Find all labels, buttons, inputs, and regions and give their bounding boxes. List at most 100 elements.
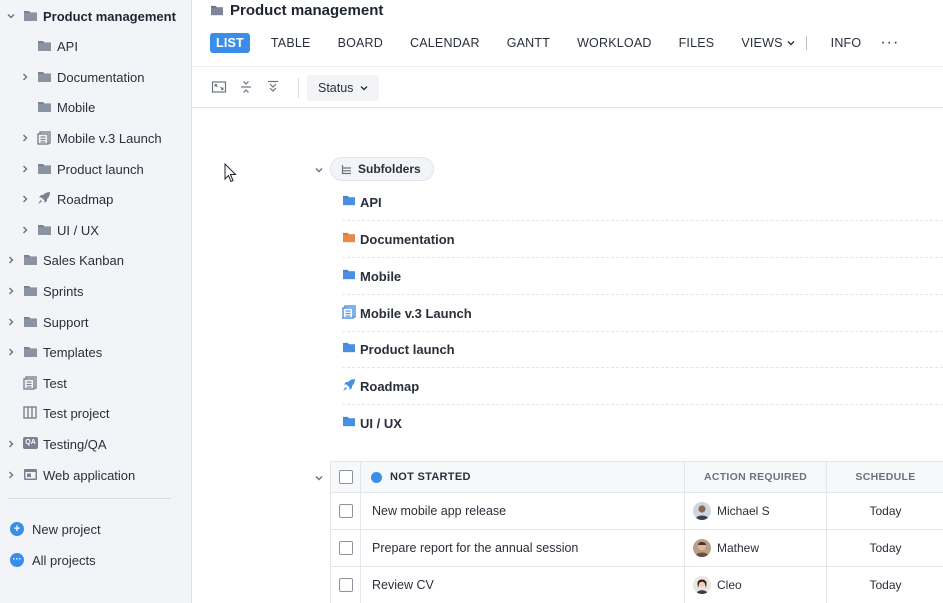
subfolder-row-documentation[interactable]: Documentation [342, 222, 943, 258]
chevron-right-icon[interactable] [6, 317, 16, 327]
more-options-button[interactable]: ··· [880, 34, 899, 52]
chevron-right-icon[interactable] [6, 439, 16, 449]
row-check-cell [331, 530, 361, 566]
subfolder-row-roadmap[interactable]: Roadmap [342, 369, 943, 405]
sidebar-item-sales-kanban[interactable]: Sales Kanban [0, 246, 192, 274]
task-name[interactable]: Review CV [361, 567, 685, 603]
folder-icon [211, 5, 223, 16]
column-header-action-required[interactable]: ACTION REQUIRED [685, 462, 827, 492]
chevron-right-icon[interactable] [20, 194, 30, 204]
subfolder-row-mobile[interactable]: Mobile [342, 259, 943, 295]
sidebar-item-product-management[interactable]: Product management [0, 2, 192, 30]
tab-calendar[interactable]: CALENDAR [404, 33, 486, 53]
task-table: NOT STARTED ACTION REQUIRED SCHEDULE New… [330, 461, 943, 603]
sidebar-item-ui-ux[interactable]: UI / UX [0, 216, 192, 244]
sidebar-item-roadmap[interactable]: Roadmap [0, 185, 192, 213]
column-header-schedule[interactable]: SCHEDULE [827, 462, 943, 492]
chevron-right-icon[interactable] [20, 225, 30, 235]
sidebar-item-test[interactable]: Test [0, 369, 192, 397]
rocket-icon [342, 378, 356, 391]
chevron-right-icon[interactable] [20, 72, 30, 82]
sidebar-item-label: UI / UX [57, 222, 99, 238]
schedule-cell[interactable]: Today [827, 567, 943, 603]
tab-views[interactable]: VIEWS [735, 33, 801, 53]
tab-table[interactable]: TABLE [265, 33, 317, 53]
folder-icon [37, 70, 53, 84]
mouse-cursor-icon [224, 162, 237, 186]
sidebar-item-label: Support [43, 314, 89, 330]
web-app-icon [23, 468, 39, 482]
schedule-cell[interactable]: Today [827, 530, 943, 566]
task-name[interactable]: New mobile app release [361, 493, 685, 529]
folder-icon [342, 415, 356, 428]
tab-views-label: VIEWS [741, 36, 783, 50]
chevron-down-icon [315, 168, 323, 173]
chevron-down-icon[interactable] [6, 11, 16, 21]
tab-list[interactable]: LIST [210, 33, 250, 53]
sidebar-item-label: Roadmap [57, 191, 114, 207]
select-all-checkbox[interactable] [338, 470, 353, 484]
status-filter-button[interactable]: Status [307, 75, 380, 101]
sidebar-item-test-project[interactable]: Test project [0, 399, 192, 427]
sidebar-item-label: Sales Kanban [43, 252, 124, 268]
schedule-cell[interactable]: Today [827, 493, 943, 529]
subfolder-row-product-launch[interactable]: Product launch [342, 332, 943, 368]
assignee-cell[interactable]: Mathew [685, 530, 827, 566]
chevron-right-icon[interactable] [20, 164, 30, 174]
assignee-cell[interactable]: Cleo [685, 567, 827, 603]
sidebar-item-label: Product launch [57, 161, 144, 177]
chevron-right-icon[interactable] [6, 347, 16, 357]
sidebar-item-mobile[interactable]: Mobile [0, 93, 192, 121]
chevron-right-icon[interactable] [6, 286, 16, 296]
sidebar-item-label: Testing/QA [43, 436, 107, 452]
sidebar-item-label: Templates [43, 344, 103, 360]
collapse-all-icon[interactable] [238, 79, 254, 95]
sidebar-item-support[interactable]: Support [0, 308, 192, 336]
task-name[interactable]: Prepare report for the annual session [361, 530, 685, 566]
sidebar-item-documentation[interactable]: Documentation [0, 63, 192, 91]
expand-all-icon[interactable] [265, 79, 281, 95]
expand-view-icon[interactable] [211, 79, 227, 95]
task-group-collapse-toggle[interactable] [314, 471, 324, 486]
qa-icon: QA [23, 437, 38, 449]
tab-gantt[interactable]: GANTT [501, 33, 556, 53]
table-row[interactable]: Review CV Cleo Today [330, 567, 943, 603]
row-checkbox[interactable] [338, 578, 353, 592]
subfolder-label: Mobile [360, 269, 402, 284]
sidebar-item-label: Test [43, 375, 67, 391]
sidebar-item-api[interactable]: API [0, 32, 192, 60]
subfolder-row-mobile-v3-launch[interactable]: Mobile v.3 Launch [342, 296, 943, 332]
folder-icon [23, 345, 39, 359]
chevron-right-icon[interactable] [6, 470, 16, 480]
subfolder-row-api[interactable]: API [342, 185, 943, 221]
table-row[interactable]: New mobile app release Michael S Today [330, 493, 943, 530]
rocket-icon [37, 191, 53, 205]
all-projects-label: All projects [32, 552, 96, 568]
sidebar-item-product-launch[interactable]: Product launch [0, 155, 192, 183]
tab-workload[interactable]: WORKLOAD [571, 33, 658, 53]
assignee-cell[interactable]: Michael S [685, 493, 827, 529]
assignee-name: Michael S [717, 504, 770, 518]
row-checkbox[interactable] [338, 504, 353, 518]
subfolder-row-ui-ux[interactable]: UI / UX [342, 405, 943, 441]
tab-info[interactable]: INFO [825, 33, 868, 53]
row-checkbox[interactable] [338, 541, 353, 555]
chevron-down-icon [315, 476, 323, 481]
avatar [693, 576, 711, 594]
all-projects-button[interactable]: ··· All projects [10, 549, 96, 571]
tab-board[interactable]: BOARD [332, 33, 389, 53]
table-row[interactable]: Prepare report for the annual session Ma… [330, 530, 943, 567]
sidebar-item-web-application[interactable]: Web application [0, 461, 192, 489]
chevron-right-icon[interactable] [6, 255, 16, 265]
subfolders-header[interactable]: Subfolders [330, 157, 434, 181]
tab-files[interactable]: FILES [673, 33, 721, 53]
row-check-cell [331, 493, 361, 529]
sidebar-item-templates[interactable]: Templates [0, 338, 192, 366]
sidebar-item-sprints[interactable]: Sprints [0, 277, 192, 305]
table-header-row: NOT STARTED ACTION REQUIRED SCHEDULE [330, 461, 943, 493]
sidebar-item-mobile-v3-launch[interactable]: Mobile v.3 Launch [0, 124, 192, 152]
subfolders-collapse-toggle[interactable] [314, 163, 324, 178]
chevron-right-icon[interactable] [20, 133, 30, 143]
new-project-button[interactable]: + New project [10, 518, 101, 540]
sidebar-item-testing-qa[interactable]: QA Testing/QA [0, 430, 192, 458]
